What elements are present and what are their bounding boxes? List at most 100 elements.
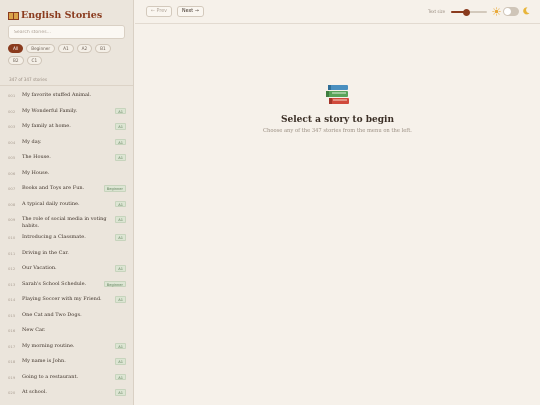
next-button[interactable]: Next → (177, 6, 204, 17)
story-item[interactable]: 015 One Cat and Two Dogs. (0, 308, 133, 324)
story-number: 008 (8, 201, 16, 207)
search-input[interactable] (8, 25, 125, 39)
level-badge: A1 (115, 358, 126, 365)
story-item[interactable]: 010 Introducing a Classmate. A1 (0, 230, 133, 246)
story-number: 016 (8, 328, 16, 333)
sidebar: English Stories AllBeginnerA1A2B1B2C1 34… (0, 0, 134, 405)
level-chip-all[interactable]: All (8, 44, 24, 53)
level-chip-b1[interactable]: B1 (95, 44, 111, 53)
story-item[interactable]: 009 The role of social media in voting ha… (0, 212, 133, 230)
story-number: 003 (8, 124, 16, 129)
story-list: 001 My favorite stuffed Animal. 002 My Wond… (0, 88, 133, 401)
story-item[interactable]: 005 The House. A1 (0, 150, 133, 166)
books-icon (325, 85, 349, 104)
level-badge: A1 (115, 154, 126, 161)
level-chip-a2[interactable]: A2 (76, 44, 93, 53)
story-title: At school. (22, 389, 47, 395)
level-chip-a1[interactable]: A1 (58, 44, 74, 53)
prev-button[interactable]: ← Prev (146, 6, 173, 17)
text-size-label: Text size (428, 9, 446, 14)
story-count: 347 of 347 stories (9, 77, 48, 82)
level-badge: A1 (115, 216, 126, 223)
level-badge: A1 (115, 296, 126, 303)
empty-state: Select a story to begin Choose any of th… (135, 83, 540, 134)
empty-state-title: Select a story to begin (280, 115, 394, 125)
divider (0, 85, 133, 86)
story-title: My morning routine. (22, 342, 75, 349)
story-title: The House. (22, 154, 51, 160)
story-item[interactable]: 004 My day. A1 (0, 135, 133, 151)
story-number: 019 (8, 374, 16, 380)
level-badge: Beginner (103, 185, 126, 192)
story-title: My House. (22, 169, 50, 176)
level-badge: A1 (115, 138, 126, 145)
story-title: One Cat and Two Dogs. (22, 311, 82, 318)
book-open-icon (8, 11, 19, 20)
story-title: New Car. (22, 327, 46, 333)
level-chip-beginner[interactable]: Beginner (26, 44, 56, 53)
story-title: My Wonderful Family. (22, 107, 78, 114)
story-item[interactable]: 012 Our Vacation. A1 (0, 261, 133, 277)
story-title: Going to a restaurant. (22, 373, 79, 380)
story-item[interactable]: 018 My name is John. A1 (0, 354, 133, 370)
story-number: 002 (8, 108, 16, 114)
level-badge: Beginner (103, 280, 126, 287)
story-item[interactable]: 013 Sarah's School Schedule. Beginner (0, 277, 133, 293)
story-title: Our Vacation. (22, 265, 57, 271)
story-item[interactable]: 001 My favorite stuffed Animal. (0, 88, 133, 104)
story-title: My day. (22, 138, 42, 145)
story-title: Playing Soccer with my Friend. (22, 296, 102, 302)
level-chip-c1[interactable]: C1 (26, 56, 43, 65)
story-item[interactable]: 014 Playing Soccer with my Friend. A1 (0, 292, 133, 308)
dark-mode-toggle[interactable] (503, 7, 519, 16)
level-chip-b2[interactable]: B2 (8, 56, 24, 65)
level-badge: A1 (115, 265, 126, 272)
story-number: 018 (8, 359, 16, 364)
story-item[interactable]: 017 My morning routine. A1 (0, 339, 133, 355)
story-number: 006 (8, 170, 16, 176)
story-number: 001 (8, 93, 16, 98)
story-item[interactable]: 006 My House. (0, 166, 133, 182)
story-item[interactable]: 007 Books and Toys are Fun. Beginner (0, 181, 133, 197)
story-item[interactable]: 016 New Car. (0, 323, 133, 339)
level-badge: A1 (115, 389, 126, 396)
story-title: The role of social media in voting habit… (22, 216, 107, 229)
story-item[interactable]: 020 At school. A1 (0, 385, 133, 401)
story-number: 007 (8, 186, 16, 191)
reader-area: Select a story to begin Choose any of th… (135, 25, 540, 405)
moon-icon[interactable] (521, 6, 531, 16)
level-badge: A1 (115, 234, 126, 241)
story-number: 014 (8, 297, 16, 302)
story-title: Books and Toys are Fun. (22, 185, 85, 191)
story-number: 009 (8, 217, 16, 222)
story-item[interactable]: 011 Driving in the Car. (0, 246, 133, 262)
story-number: 015 (8, 312, 16, 318)
toggle-knob (504, 8, 511, 15)
story-title: My name is John. (22, 358, 66, 364)
story-item[interactable]: 019 Going to a restaurant. A1 (0, 370, 133, 386)
story-number: 010 (8, 235, 16, 240)
story-item[interactable]: 002 My Wonderful Family. A1 (0, 104, 133, 120)
level-badge: A1 (115, 107, 126, 114)
story-title: My family at home. (22, 123, 71, 129)
story-number: 012 (8, 266, 16, 271)
story-number: 005 (8, 155, 16, 160)
app-title-text: English Stories (21, 9, 103, 21)
story-number: 011 (8, 250, 16, 256)
story-number: 013 (8, 281, 16, 287)
sun-icon[interactable] (492, 7, 501, 16)
story-item[interactable]: 003 My family at home. A1 (0, 119, 133, 135)
story-item[interactable]: 008 A typical daily routine. A1 (0, 197, 133, 213)
story-title: My favorite stuffed Animal. (22, 92, 92, 98)
level-filter: All Beginner A1 A2 B1 B2 C1 (8, 44, 128, 65)
empty-state-subtitle: Choose any of the 347 stories from the m… (263, 128, 412, 134)
slider-thumb[interactable] (462, 8, 470, 16)
story-number: 017 (8, 343, 16, 349)
text-size-slider[interactable] (451, 8, 487, 16)
story-title: A typical daily routine. (22, 200, 80, 207)
app-title: English Stories (8, 8, 102, 22)
story-title: Introducing a Classmate. (22, 234, 86, 240)
level-badge: A1 (115, 200, 126, 207)
toolbar: ← Prev Next → Text size (135, 0, 540, 24)
level-badge: A1 (115, 373, 126, 380)
